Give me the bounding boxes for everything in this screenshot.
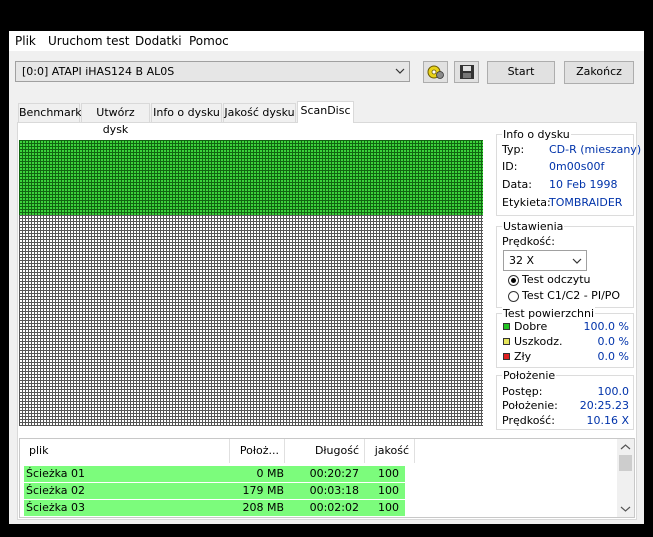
good-label: Dobre [514, 320, 548, 333]
exit-button[interactable]: Zakończ [564, 61, 634, 84]
track-length: 00:03:18 [309, 484, 359, 497]
track-name: Ścieżka 02 [26, 484, 86, 497]
speed-select[interactable]: 32 X [503, 250, 587, 271]
tab-jakosc-dysku[interactable]: Jakość dysku [223, 103, 296, 122]
menu-bar: Plik Uruchom test Dodatki Pomoc [9, 31, 644, 51]
chevron-down-icon [395, 68, 405, 74]
tab-benchmark[interactable]: Benchmark [18, 103, 82, 122]
good-value: 100.0 % [583, 320, 629, 333]
scroll-up-icon[interactable] [617, 441, 634, 453]
type-label: Typ: [502, 143, 525, 156]
column-file[interactable]: plik [24, 439, 230, 463]
drive-select-value: [0:0] ATAPI iHAS124 B AL0S [22, 65, 175, 78]
settings-title: Ustawienia [502, 220, 565, 233]
surface-title: Test powierzchni [502, 307, 596, 320]
label-label: Etykieta: [502, 196, 551, 209]
app-window: Plik Uruchom test Dodatki Pomoc [0:0] AT… [9, 31, 644, 524]
column-position[interactable]: Położ... [230, 439, 285, 463]
radio-c1c2-test-label[interactable]: Test C1/C2 - PI/PO [522, 289, 620, 302]
good-color-swatch [503, 323, 510, 330]
menu-dodatki[interactable]: Dodatki [135, 34, 182, 48]
track-pos: 0 MB [256, 467, 284, 480]
label-value: TOMBRAIDER [549, 196, 623, 209]
table-row[interactable]: Ścieżka 02 179 MB 00:03:18 100 [24, 483, 405, 499]
radio-read-test[interactable] [508, 275, 519, 286]
list-scrollbar[interactable] [617, 439, 634, 517]
progress-value: 100.0 [597, 385, 630, 398]
tab-utworz-dysk[interactable]: Utwórz dysk [81, 103, 150, 136]
floppy-icon [460, 65, 474, 79]
track-name: Ścieżka 01 [26, 467, 86, 480]
scroll-thumb[interactable] [619, 455, 632, 471]
track-quality: 100 [378, 484, 399, 497]
chevron-down-icon [572, 258, 582, 264]
track-length: 00:20:27 [309, 467, 359, 480]
track-pos: 179 MB [242, 484, 284, 497]
menu-plik[interactable]: Plik [15, 34, 36, 48]
read-speed-label: Prędkość: [502, 414, 555, 427]
start-button[interactable]: Start [487, 61, 555, 84]
scan-grid [19, 140, 483, 426]
disc-gear-icon [427, 65, 444, 79]
radio-read-test-label[interactable]: Test odczytu [522, 273, 591, 286]
track-quality: 100 [378, 501, 399, 514]
column-length[interactable]: Długość [285, 439, 365, 463]
track-quality: 100 [378, 467, 399, 480]
track-name: Ścieżka 03 [26, 501, 86, 514]
pos-value: 20:25.23 [579, 399, 629, 412]
track-list: plik Położ... Długość jakość Ścieżka 01 … [19, 438, 635, 518]
progress-label: Postęp: [502, 385, 543, 398]
bad-color-swatch [503, 353, 510, 360]
damaged-label: Uszkodz. [514, 335, 563, 348]
speed-select-value: 32 X [509, 254, 535, 267]
save-button[interactable] [454, 61, 479, 83]
bad-label: Zły [514, 350, 532, 363]
disc-info-title: Info o dysku [502, 128, 571, 141]
read-speed-value: 10.16 X [586, 414, 629, 427]
table-row[interactable]: Ścieżka 03 208 MB 00:02:02 100 [24, 500, 405, 516]
radio-c1c2-test[interactable] [508, 291, 519, 302]
menu-pomoc[interactable]: Pomoc [189, 34, 229, 48]
type-value: CD-R (mieszany) [549, 143, 642, 156]
tab-info-o-dysku[interactable]: Info o dysku [151, 103, 222, 122]
date-label: Data: [502, 178, 532, 191]
bad-value: 0.0 % [597, 350, 629, 363]
id-label: ID: [502, 160, 518, 173]
radio-selected-dot [511, 278, 516, 283]
disc-info-button[interactable] [423, 61, 448, 83]
pos-label: Położenie: [502, 399, 558, 412]
position-title: Położenie [502, 369, 557, 382]
damaged-value: 0.0 % [597, 335, 629, 348]
scan-grid-done [19, 140, 483, 215]
scroll-down-icon[interactable] [617, 503, 634, 515]
damaged-color-swatch [503, 338, 510, 345]
track-pos: 208 MB [242, 501, 284, 514]
speed-setting-label: Prędkość: [502, 235, 555, 248]
drive-select[interactable]: [0:0] ATAPI iHAS124 B AL0S [15, 61, 410, 82]
column-quality[interactable]: jakość [365, 439, 415, 463]
id-value: 0m00s00f [549, 160, 605, 173]
date-value: 10 Feb 1998 [549, 178, 618, 191]
menu-uruchom-test[interactable]: Uruchom test [48, 34, 129, 48]
tab-scandisc[interactable]: ScanDisc [297, 101, 354, 123]
track-length: 00:02:02 [309, 501, 359, 514]
table-row[interactable]: Ścieżka 01 0 MB 00:20:27 100 [24, 466, 405, 482]
